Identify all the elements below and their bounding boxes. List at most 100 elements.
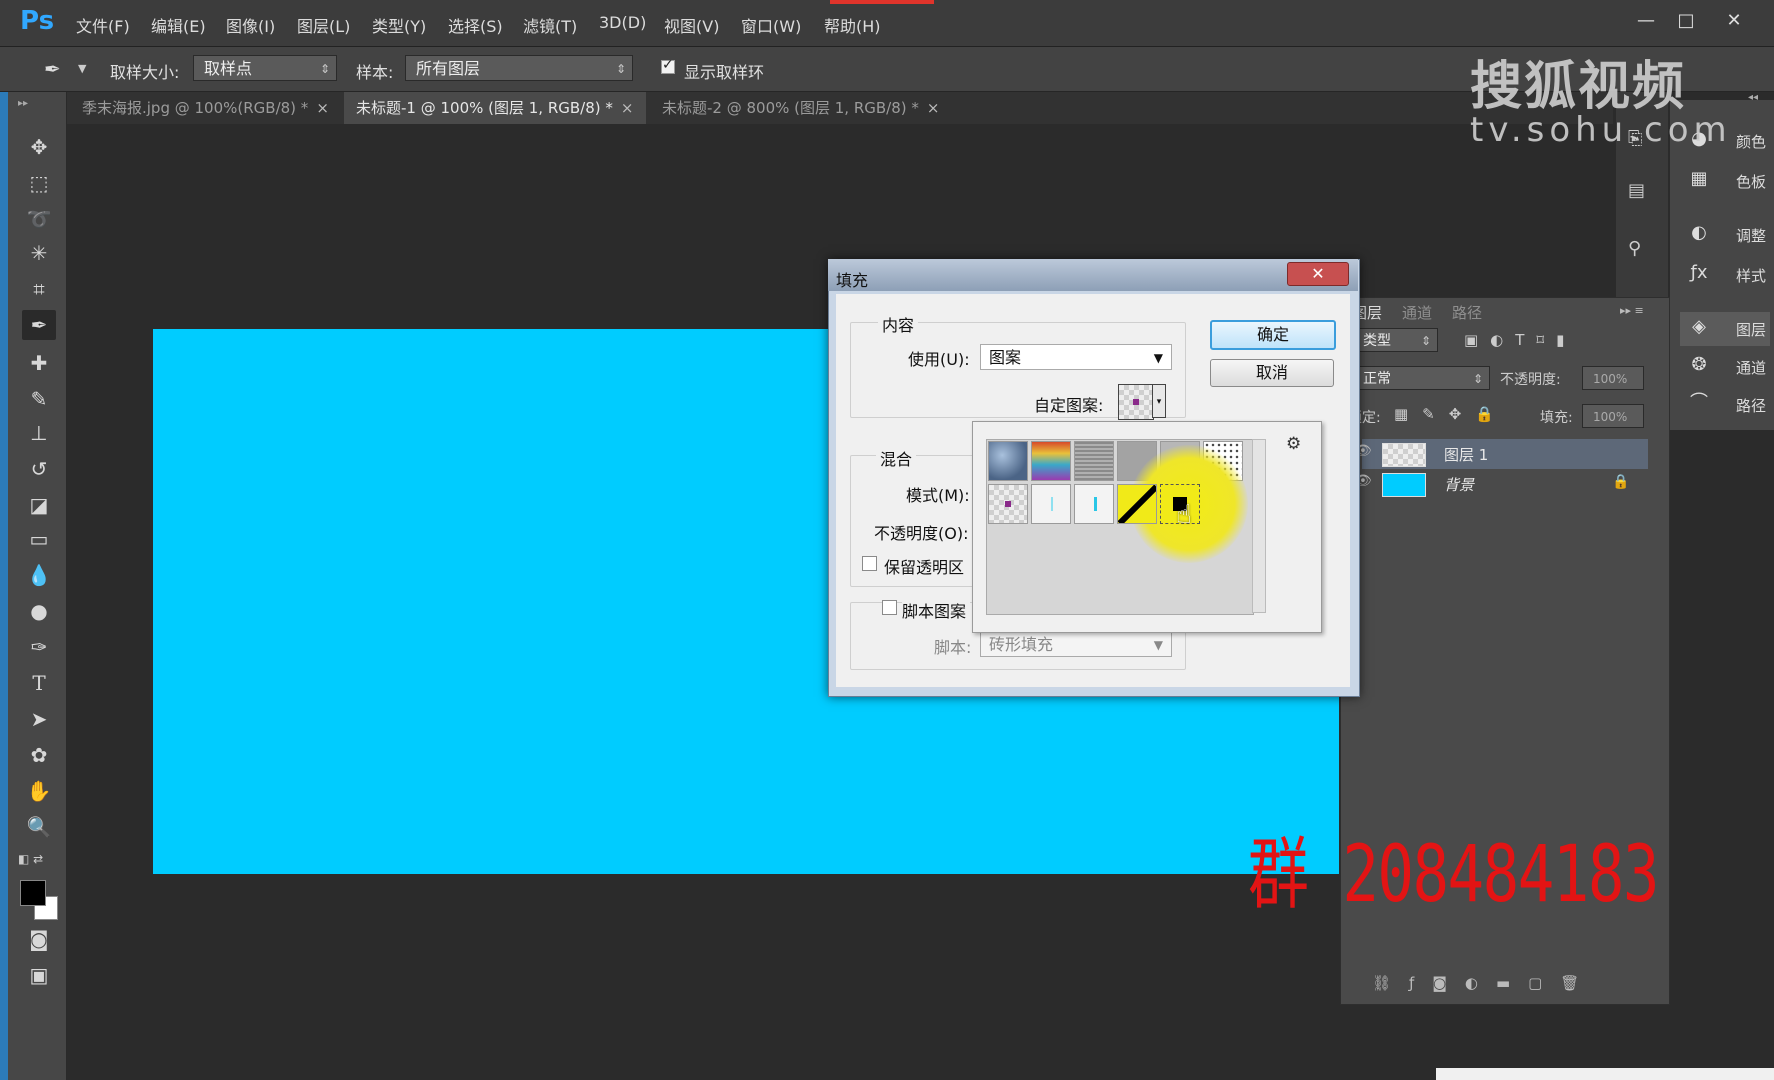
- eyedropper-preset-icon[interactable]: ✒: [44, 57, 61, 81]
- magic-wand-icon[interactable]: ✳: [22, 238, 56, 268]
- collapse-panel-icon[interactable]: ▸▸: [18, 98, 28, 109]
- minimize-button[interactable]: —: [1628, 6, 1664, 36]
- dialog-close-button[interactable]: ✕: [1287, 262, 1349, 286]
- layer-row-background[interactable]: 👁 背景 🔒: [1354, 469, 1648, 499]
- layers-icon: ◈: [1692, 316, 1706, 337]
- cyan-line-pattern-1[interactable]: [1031, 484, 1071, 524]
- dock-label: 样式: [1736, 267, 1767, 285]
- preset-dropdown-icon[interactable]: ▼: [78, 62, 86, 75]
- close-window-button[interactable]: ✕: [1716, 6, 1752, 36]
- script-select[interactable]: 砖形填充 ▼: [980, 631, 1172, 657]
- pattern-scrollbar[interactable]: [1252, 439, 1266, 613]
- dock-adjustments[interactable]: ◐ 调整: [1680, 218, 1770, 252]
- tab-channels[interactable]: 通道: [1402, 302, 1432, 323]
- zoom-icon[interactable]: 🔍: [22, 812, 56, 842]
- history-brush-icon[interactable]: ↺: [22, 454, 56, 484]
- eyedropper-icon[interactable]: ✒: [22, 310, 56, 340]
- properties-icon[interactable]: ▤: [1628, 180, 1645, 201]
- cancel-button[interactable]: 取消: [1210, 359, 1334, 387]
- show-sampling-ring-checkbox[interactable]: [661, 57, 675, 74]
- bubbles-pattern[interactable]: [988, 441, 1028, 481]
- dock-styles[interactable]: ƒx 样式: [1680, 258, 1770, 292]
- script-pattern-checkbox[interactable]: [882, 600, 897, 615]
- use-select[interactable]: 图案 ▼: [980, 344, 1172, 370]
- dropdown-arrow-icon: ▼: [1153, 638, 1163, 652]
- menu-file[interactable]: 文件(F): [76, 13, 130, 37]
- blend-mode-select[interactable]: 正常 ⇕: [1352, 366, 1490, 390]
- maximize-button[interactable]: □: [1668, 6, 1704, 36]
- ok-button[interactable]: 确定: [1210, 320, 1336, 350]
- quick-mask-icon[interactable]: ◙: [22, 924, 56, 954]
- dialog-titlebar[interactable]: [828, 259, 1358, 291]
- path-selection-icon[interactable]: ➤: [22, 704, 56, 734]
- foreground-color-swatch[interactable]: [20, 880, 46, 906]
- preserve-transparency-checkbox[interactable]: [862, 556, 877, 571]
- tab-paths[interactable]: 路径: [1452, 302, 1482, 323]
- eraser-icon[interactable]: ◪: [22, 490, 56, 520]
- panel-menu-icon[interactable]: ▸▸ ≡: [1620, 304, 1644, 317]
- hand-icon[interactable]: ✋: [22, 776, 56, 806]
- gray-granite-pattern[interactable]: [1074, 441, 1114, 481]
- dock-paths[interactable]: ⌒ 路径: [1680, 388, 1770, 422]
- default-colors-icon[interactable]: ◧ ⇄: [18, 852, 43, 866]
- layer-row-1[interactable]: 👁 图层 1: [1354, 439, 1648, 469]
- screen-mode-icon[interactable]: ▣: [22, 960, 56, 990]
- menu-filter[interactable]: 滤镜(T): [523, 13, 577, 37]
- use-label: 使用(U):: [908, 350, 970, 369]
- cyan-line-pattern-2[interactable]: [1074, 484, 1114, 524]
- diagonal-stripe-pattern[interactable]: [1117, 484, 1157, 524]
- opacity-input[interactable]: 100%: [1582, 366, 1644, 390]
- clone-stamp-icon[interactable]: ⊥: [22, 418, 56, 448]
- tab-untitled-2[interactable]: 未标题-2 @ 800% (图层 1, RGB/8) * ×: [650, 92, 960, 124]
- tie-dye-pattern[interactable]: [1031, 441, 1071, 481]
- collapse-dock-icon[interactable]: ◂◂: [1748, 92, 1758, 103]
- tab-untitled-1[interactable]: 未标题-1 @ 100% (图层 1, RGB/8) * ×: [344, 92, 646, 124]
- menu-view[interactable]: 视图(V): [664, 13, 719, 37]
- move-icon[interactable]: ✥: [22, 132, 56, 162]
- custom-pattern-preview[interactable]: [1118, 384, 1154, 420]
- shape-icon[interactable]: ✿: [22, 740, 56, 770]
- menu-layer[interactable]: 图层(L): [297, 13, 350, 37]
- dot-pattern[interactable]: [988, 484, 1028, 524]
- menu-3d[interactable]: 3D(D): [599, 13, 646, 32]
- dock-layers[interactable]: ◈ 图层: [1680, 312, 1770, 346]
- fill-input[interactable]: 100%: [1582, 404, 1644, 428]
- marquee-icon[interactable]: ⬚: [22, 168, 56, 198]
- menu-window[interactable]: 窗口(W): [741, 13, 801, 37]
- dropdown-arrow-icon: ▼: [1153, 351, 1163, 365]
- menu-help[interactable]: 帮助(H): [824, 13, 881, 37]
- styles-icon: ƒx: [1690, 262, 1708, 283]
- layer-actions-bar[interactable]: ⛓ƒ◙◐▬▢🗑: [1372, 974, 1597, 992]
- menu-edit[interactable]: 编辑(E): [151, 13, 206, 37]
- dock-swatches[interactable]: ▦ 色板: [1680, 164, 1770, 198]
- sample-select[interactable]: 所有图层 ⇕: [405, 55, 633, 81]
- menu-select[interactable]: 选择(S): [448, 13, 503, 37]
- healing-brush-icon[interactable]: ✚: [22, 348, 56, 378]
- layer-filter-icons[interactable]: ▣◐T⌑▮: [1464, 331, 1576, 349]
- dock-channels[interactable]: ❂ 通道: [1680, 350, 1770, 384]
- blend-group-label: 混合: [876, 446, 917, 470]
- gradient-icon[interactable]: ▭: [22, 524, 56, 554]
- opacity-value: 100%: [1593, 372, 1628, 386]
- pen-icon[interactable]: ✑: [22, 632, 56, 662]
- select-arrows-icon: ⇕: [615, 62, 626, 76]
- close-tab-icon[interactable]: ×: [927, 99, 940, 117]
- dock-label: 图层: [1736, 321, 1767, 339]
- menu-image[interactable]: 图像(I): [226, 13, 275, 37]
- layer-filter-select[interactable]: 类型 ⇕: [1352, 328, 1438, 352]
- brush-presets-icon[interactable]: ⚲: [1628, 238, 1641, 259]
- sample-size-select[interactable]: 取样点 ⇕: [193, 55, 337, 81]
- brush-icon[interactable]: ✎: [22, 384, 56, 414]
- lock-icons[interactable]: ▦✎✥🔒: [1394, 405, 1508, 423]
- menu-type[interactable]: 类型(Y): [372, 13, 426, 37]
- lasso-icon[interactable]: ➰: [22, 204, 56, 234]
- close-tab-icon[interactable]: ×: [316, 99, 329, 117]
- blur-icon[interactable]: 💧: [22, 560, 56, 590]
- pattern-picker-arrow[interactable]: ▾: [1152, 384, 1166, 418]
- crop-icon[interactable]: ⌗: [22, 274, 56, 304]
- type-icon[interactable]: T: [22, 668, 56, 698]
- tab-poster[interactable]: 季末海报.jpg @ 100%(RGB/8) * ×: [70, 92, 342, 124]
- dodge-icon[interactable]: ●: [22, 596, 56, 626]
- gear-icon[interactable]: ⚙: [1286, 434, 1301, 454]
- close-tab-icon[interactable]: ×: [621, 99, 634, 117]
